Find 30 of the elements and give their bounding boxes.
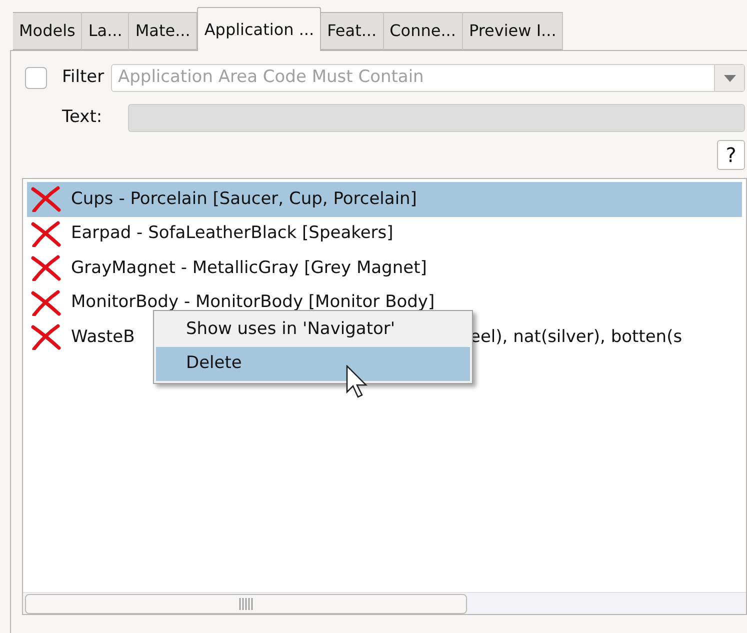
item-text: MonitorBody - MonitorBody [Monitor Body] xyxy=(71,291,435,314)
help-button[interactable]: ? xyxy=(717,140,745,170)
text-input-field[interactable] xyxy=(128,104,745,132)
menu-item[interactable]: Delete xyxy=(156,347,470,381)
tab[interactable]: Conne... xyxy=(384,12,463,50)
item-text: Cups - Porcelain [Saucer, Cup, Porcelain] xyxy=(71,188,417,210)
text-label: Text: xyxy=(62,106,104,130)
grip-icon xyxy=(238,598,254,610)
tab[interactable]: Mate... xyxy=(129,12,198,50)
filter-label: Filter xyxy=(62,66,106,90)
tab[interactable]: Feat... xyxy=(321,12,384,50)
dropdown-placeholder: Application Area Code Must Contain xyxy=(118,66,425,90)
mouse-cursor-icon xyxy=(346,365,368,399)
list-item[interactable]: GrayMagnet - MetallicGray [Grey Magnet] xyxy=(27,251,742,286)
tab[interactable]: Models xyxy=(13,12,82,50)
cross-icon xyxy=(30,220,62,247)
cross-icon xyxy=(30,324,62,350)
list-item[interactable]: WasteB xyxy=(71,324,141,350)
scrollbar-thumb[interactable] xyxy=(25,594,467,614)
tab[interactable]: Application ... xyxy=(197,7,322,51)
list-item[interactable]: Earpad - SofaLeatherBlack [Speakers] xyxy=(27,216,742,251)
item-text: GrayMagnet - MetallicGray [Grey Magnet] xyxy=(71,256,427,280)
cross-icon xyxy=(30,186,62,212)
list-item[interactable]: Cups - Porcelain [Saucer, Cup, Porcelain] xyxy=(27,182,742,216)
tab[interactable]: Preview I... xyxy=(462,12,564,50)
cross-icon xyxy=(30,255,62,282)
tab[interactable]: La... xyxy=(82,12,130,50)
item-text: Earpad - SofaLeatherBlack [Speakers] xyxy=(71,222,394,245)
cross-icon xyxy=(30,290,62,316)
filter-checkbox[interactable] xyxy=(25,67,47,89)
